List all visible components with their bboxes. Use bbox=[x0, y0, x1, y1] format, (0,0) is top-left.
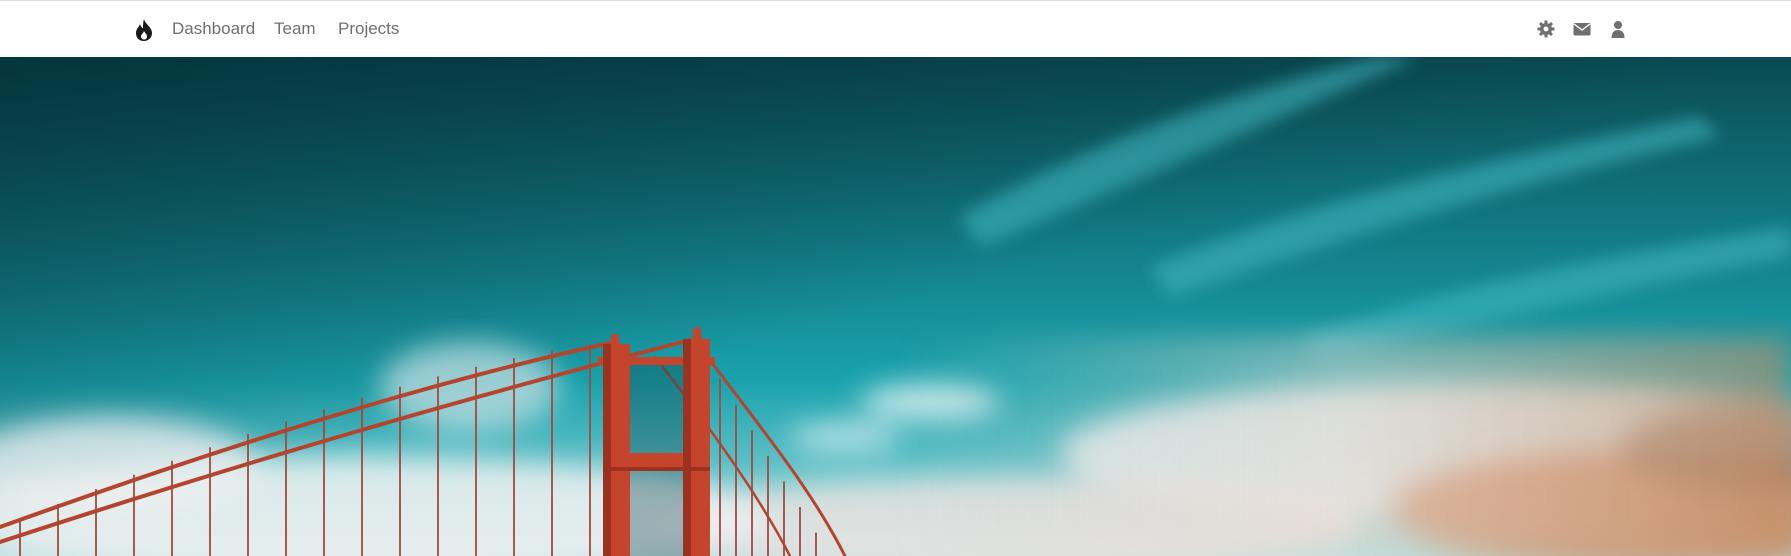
nav-link-team[interactable]: Team bbox=[274, 19, 316, 39]
hero-image bbox=[0, 57, 1791, 556]
gear-icon[interactable] bbox=[1536, 19, 1556, 39]
nav-link-projects[interactable]: Projects bbox=[338, 19, 399, 39]
flame-icon[interactable] bbox=[133, 18, 155, 42]
user-icon[interactable] bbox=[1608, 19, 1628, 39]
golden-gate-bridge-photo bbox=[0, 57, 1791, 556]
nav-link-dashboard[interactable]: Dashboard bbox=[172, 19, 255, 39]
top-navbar: Dashboard Team Projects bbox=[0, 0, 1791, 57]
envelope-icon[interactable] bbox=[1572, 19, 1592, 39]
